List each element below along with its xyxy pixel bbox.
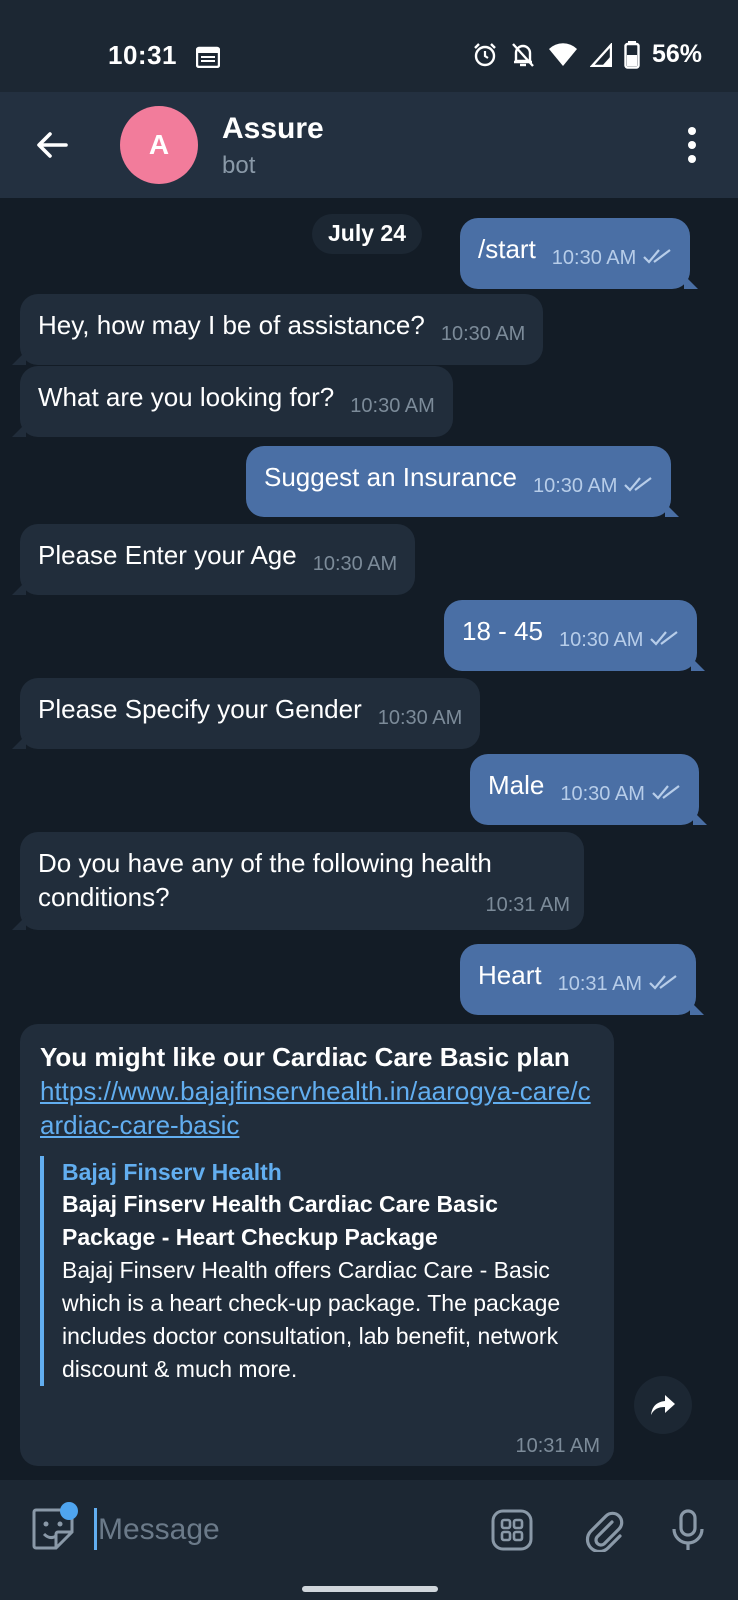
message-input-bar — [0, 1480, 738, 1600]
read-receipt-icon — [643, 249, 671, 264]
chat-history[interactable]: July 24 /start 10:30 AM Hey, how may I be… — [0, 198, 738, 1480]
message-time: 10:31 AM — [557, 973, 643, 995]
link-message-title: You might like our Cardiac Care Basic pl… — [40, 1042, 570, 1072]
share-button[interactable] — [634, 1376, 692, 1434]
message-text: Please Specify your Gender — [38, 694, 362, 724]
message-time: 10:30 AM — [377, 707, 463, 729]
status-time: 10:31 — [108, 40, 177, 70]
battery-percent: 56% — [651, 40, 702, 68]
link-preview-title: Bajaj Finserv Health Cardiac Care Basic … — [62, 1191, 498, 1250]
read-receipt-icon — [624, 477, 653, 492]
message-time: 10:30 AM — [312, 553, 398, 575]
read-receipt-icon — [649, 975, 677, 990]
microphone-icon[interactable] — [666, 1508, 710, 1552]
signal-icon — [589, 42, 612, 67]
message-time: 10:31 AM — [485, 894, 570, 916]
message-text: Heart — [478, 960, 542, 990]
read-receipt-icon — [650, 631, 679, 646]
message-text: /start — [478, 234, 536, 264]
date-chip: July 24 — [312, 214, 422, 254]
message-text: Hey, how may I be of assistance? — [38, 310, 425, 340]
message-text: Do you have any of the following health … — [38, 848, 492, 912]
message-outgoing[interactable]: /start 10:30 AM — [460, 218, 699, 289]
notifications-off-icon — [512, 42, 534, 67]
chat-subtitle: bot — [222, 152, 256, 179]
bot-commands-icon[interactable] — [490, 1508, 534, 1552]
link-preview[interactable]: Bajaj Finserv Health Bajaj Finserv Healt… — [40, 1156, 594, 1386]
message-incoming[interactable]: Please Enter your Age 10:30 AM — [11, 524, 416, 595]
message-outgoing[interactable]: Suggest an Insurance 10:30 AM — [246, 446, 680, 517]
avatar[interactable]: A — [120, 106, 198, 184]
link-url[interactable]: https://www.bajajfinservhealth.in/aarogy… — [40, 1074, 594, 1142]
message-input[interactable] — [98, 1506, 458, 1554]
share-arrow-icon — [651, 1395, 675, 1415]
chat-title[interactable]: Assure — [222, 112, 324, 146]
link-message[interactable]: You might like our Cardiac Care Basic pl… — [20, 1024, 614, 1466]
message-incoming[interactable]: What are you looking for? 10:30 AM — [12, 366, 453, 437]
message-time: 10:31 AM — [515, 1435, 600, 1457]
chat-header: A Assure bot — [0, 92, 738, 198]
status-bar: 10:31 56% — [0, 0, 738, 92]
message-time: 10:30 AM — [532, 475, 618, 497]
message-time: 10:30 AM — [551, 247, 637, 269]
message-text: What are you looking for? — [38, 382, 335, 412]
message-time: 10:30 AM — [558, 629, 644, 651]
alarm-icon — [474, 42, 496, 66]
calendar-icon — [196, 46, 220, 68]
message-outgoing[interactable]: Male 10:30 AM — [470, 754, 707, 825]
battery-icon — [624, 40, 640, 69]
message-text: 18 - 45 — [462, 616, 543, 646]
message-incoming[interactable]: Hey, how may I be of assistance? 10:30 AM — [11, 294, 544, 365]
link-preview-site: Bajaj Finserv Health — [62, 1159, 282, 1185]
text-cursor — [94, 1508, 97, 1550]
more-options-icon[interactable] — [686, 126, 698, 164]
message-incoming[interactable]: Do you have any of the following health … — [12, 832, 584, 930]
wifi-icon — [548, 42, 577, 66]
message-incoming[interactable]: Please Specify your Gender 10:30 AM — [11, 678, 481, 749]
read-receipt-icon — [652, 785, 680, 800]
message-outgoing[interactable]: 18 - 45 10:30 AM — [444, 600, 706, 671]
attach-paperclip-icon[interactable] — [582, 1508, 626, 1552]
notification-dot — [60, 1502, 78, 1520]
message-text: Suggest an Insurance — [264, 462, 517, 492]
message-outgoing[interactable]: Heart 10:31 AM — [460, 944, 705, 1015]
link-preview-description: Bajaj Finserv Health offers Cardiac Care… — [62, 1257, 561, 1382]
message-text: Please Enter your Age — [38, 540, 297, 570]
message-text: Male — [488, 770, 545, 800]
message-time: 10:30 AM — [560, 783, 645, 805]
message-time: 10:30 AM — [350, 395, 435, 417]
back-arrow-icon[interactable] — [34, 127, 70, 163]
home-indicator[interactable] — [302, 1586, 438, 1592]
message-time: 10:30 AM — [440, 323, 526, 345]
